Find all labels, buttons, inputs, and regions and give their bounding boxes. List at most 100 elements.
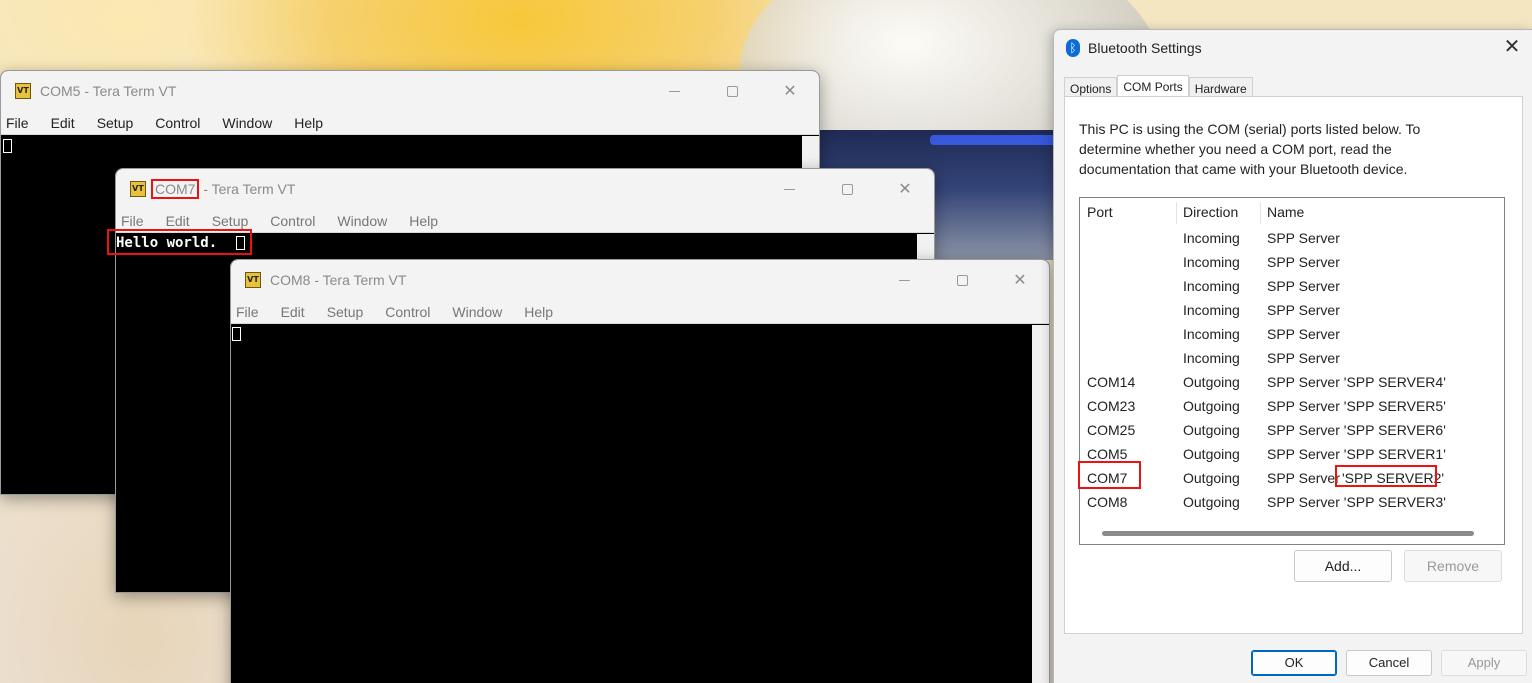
menu-window[interactable]: Window — [337, 213, 387, 229]
column-header-name[interactable]: Name — [1260, 198, 1304, 226]
tab-options[interactable]: Options — [1064, 77, 1118, 98]
list-item[interactable]: COM8 Outgoing SPP Server 'SPP SERVER3' — [1080, 490, 1504, 514]
menu-help[interactable]: Help — [409, 213, 438, 229]
list-item[interactable]: COM23 Outgoing SPP Server 'SPP SERVER5' — [1080, 394, 1504, 418]
name-cell: SPP Server — [1267, 278, 1340, 294]
list-item[interactable]: COM14 Outgoing SPP Server 'SPP SERVER4' — [1080, 370, 1504, 394]
tab-strip: Options COM Ports Hardware — [1064, 75, 1253, 98]
menu-control[interactable]: Control — [155, 115, 200, 131]
direction-cell: Outgoing — [1183, 446, 1240, 462]
menu-bar: File Edit Setup Control Window Help — [1, 111, 819, 135]
name-cell: SPP Server 'SPP SERVER4' — [1267, 374, 1446, 390]
menu-file[interactable]: File — [121, 213, 144, 229]
list-item[interactable]: COM25 Outgoing SPP Server 'SPP SERVER6' — [1080, 418, 1504, 442]
minimize-icon — [668, 90, 680, 92]
apply-button[interactable]: Apply — [1441, 650, 1527, 676]
terminal-output-highlight — [107, 229, 252, 255]
menu-setup[interactable]: Setup — [212, 213, 249, 229]
name-cell-prefix: SPP Server — [1267, 470, 1340, 486]
highlighted-port-name: COM7 — [151, 179, 200, 199]
tab-com-ports[interactable]: COM Ports — [1117, 75, 1189, 98]
menu-edit[interactable]: Edit — [51, 115, 75, 131]
menu-file[interactable]: File — [6, 115, 29, 131]
remove-button[interactable]: Remove — [1404, 550, 1502, 582]
menu-window[interactable]: Window — [222, 115, 272, 131]
maximize-icon — [726, 85, 738, 97]
menu-control[interactable]: Control — [385, 304, 430, 320]
minimize-button[interactable] — [645, 71, 703, 111]
terminal-cursor — [3, 139, 12, 153]
direction-cell: Incoming — [1183, 326, 1240, 342]
close-button[interactable]: ✕ — [1500, 36, 1524, 60]
list-item[interactable]: Incoming SPP Server — [1080, 250, 1504, 274]
direction-cell: Incoming — [1183, 350, 1240, 366]
com-ports-description: This PC is using the COM (serial) ports … — [1079, 121, 1421, 177]
minimize-icon — [783, 188, 795, 190]
teraterm-window-com8[interactable]: VT COM8 - Tera Term VT ✕ File Edit Setup… — [230, 259, 1050, 683]
teraterm-icon: VT — [15, 83, 31, 99]
horizontal-scrollbar[interactable] — [1102, 531, 1474, 536]
direction-cell: Outgoing — [1183, 422, 1240, 438]
close-button[interactable]: ✕ — [876, 169, 934, 209]
port-cell: COM25 — [1087, 422, 1136, 438]
minimize-icon — [898, 279, 910, 281]
title-bar[interactable]: VT COM5 - Tera Term VT ✕ — [1, 71, 819, 111]
menu-file[interactable]: File — [236, 304, 259, 320]
wallpaper-blue-light — [930, 135, 1060, 145]
menu-help[interactable]: Help — [524, 304, 553, 320]
tab-hardware[interactable]: Hardware — [1188, 77, 1253, 98]
minimize-button[interactable] — [875, 260, 933, 300]
list-header: Port Direction Name — [1080, 198, 1504, 226]
minimize-button[interactable] — [760, 169, 818, 209]
list-item[interactable]: Incoming SPP Server — [1080, 322, 1504, 346]
name-cell: SPP Server 'SPP SERVER1' — [1267, 446, 1446, 462]
column-header-port[interactable]: Port — [1080, 198, 1113, 226]
menu-edit[interactable]: Edit — [281, 304, 305, 320]
com7-port-highlight — [1078, 461, 1141, 489]
com-ports-list[interactable]: Port Direction Name Incoming SPP Server … — [1079, 197, 1505, 545]
bluetooth-icon: ᛒ — [1066, 39, 1080, 57]
port-cell: COM23 — [1087, 398, 1136, 414]
direction-cell: Outgoing — [1183, 398, 1240, 414]
direction-cell: Outgoing — [1183, 374, 1240, 390]
ok-button[interactable]: OK — [1251, 650, 1337, 676]
direction-cell: Incoming — [1183, 254, 1240, 270]
window-title: COM7 - Tera Term VT — [151, 179, 295, 199]
dialog-title-bar[interactable]: ᛒ Bluetooth Settings ✕ — [1054, 30, 1532, 66]
menu-control[interactable]: Control — [270, 213, 315, 229]
vertical-scrollbar[interactable] — [802, 136, 819, 170]
column-header-direction[interactable]: Direction — [1176, 198, 1238, 226]
close-icon: ✕ — [898, 181, 912, 198]
com-ports-panel: This PC is using the COM (serial) ports … — [1064, 96, 1523, 634]
terminal-area[interactable] — [231, 325, 1049, 683]
list-item[interactable]: Incoming SPP Server — [1080, 298, 1504, 322]
menu-edit[interactable]: Edit — [166, 213, 190, 229]
title-bar[interactable]: VT COM8 - Tera Term VT ✕ — [231, 260, 1049, 300]
vertical-scrollbar[interactable] — [1032, 325, 1049, 683]
dialog-title: Bluetooth Settings — [1088, 40, 1202, 56]
direction-cell: Outgoing — [1183, 470, 1240, 486]
menu-window[interactable]: Window — [452, 304, 502, 320]
list-item[interactable]: Incoming SPP Server — [1080, 226, 1504, 250]
terminal-cursor — [232, 327, 241, 341]
maximize-button[interactable] — [818, 169, 876, 209]
maximize-button[interactable] — [933, 260, 991, 300]
direction-cell: Incoming — [1183, 278, 1240, 294]
menu-setup[interactable]: Setup — [327, 304, 364, 320]
list-item[interactable]: Incoming SPP Server — [1080, 346, 1504, 370]
add-button[interactable]: Add... — [1294, 550, 1392, 582]
list-item[interactable]: COM5 Outgoing SPP Server 'SPP SERVER1' — [1080, 442, 1504, 466]
cancel-button[interactable]: Cancel — [1346, 650, 1432, 676]
name-cell: SPP Server — [1267, 302, 1340, 318]
title-bar[interactable]: VT COM7 - Tera Term VT ✕ — [116, 169, 934, 209]
list-item[interactable]: COM7 Outgoing SPP Server 'SPP SERVER2' — [1080, 466, 1504, 490]
teraterm-icon: VT — [245, 272, 261, 288]
window-title: COM5 - Tera Term VT — [40, 83, 177, 99]
list-item[interactable]: Incoming SPP Server — [1080, 274, 1504, 298]
menu-help[interactable]: Help — [294, 115, 323, 131]
close-button[interactable]: ✕ — [991, 260, 1049, 300]
maximize-button[interactable] — [703, 71, 761, 111]
menu-setup[interactable]: Setup — [97, 115, 134, 131]
bluetooth-settings-dialog[interactable]: ᛒ Bluetooth Settings ✕ Options COM Ports… — [1053, 29, 1532, 683]
close-button[interactable]: ✕ — [761, 71, 819, 111]
